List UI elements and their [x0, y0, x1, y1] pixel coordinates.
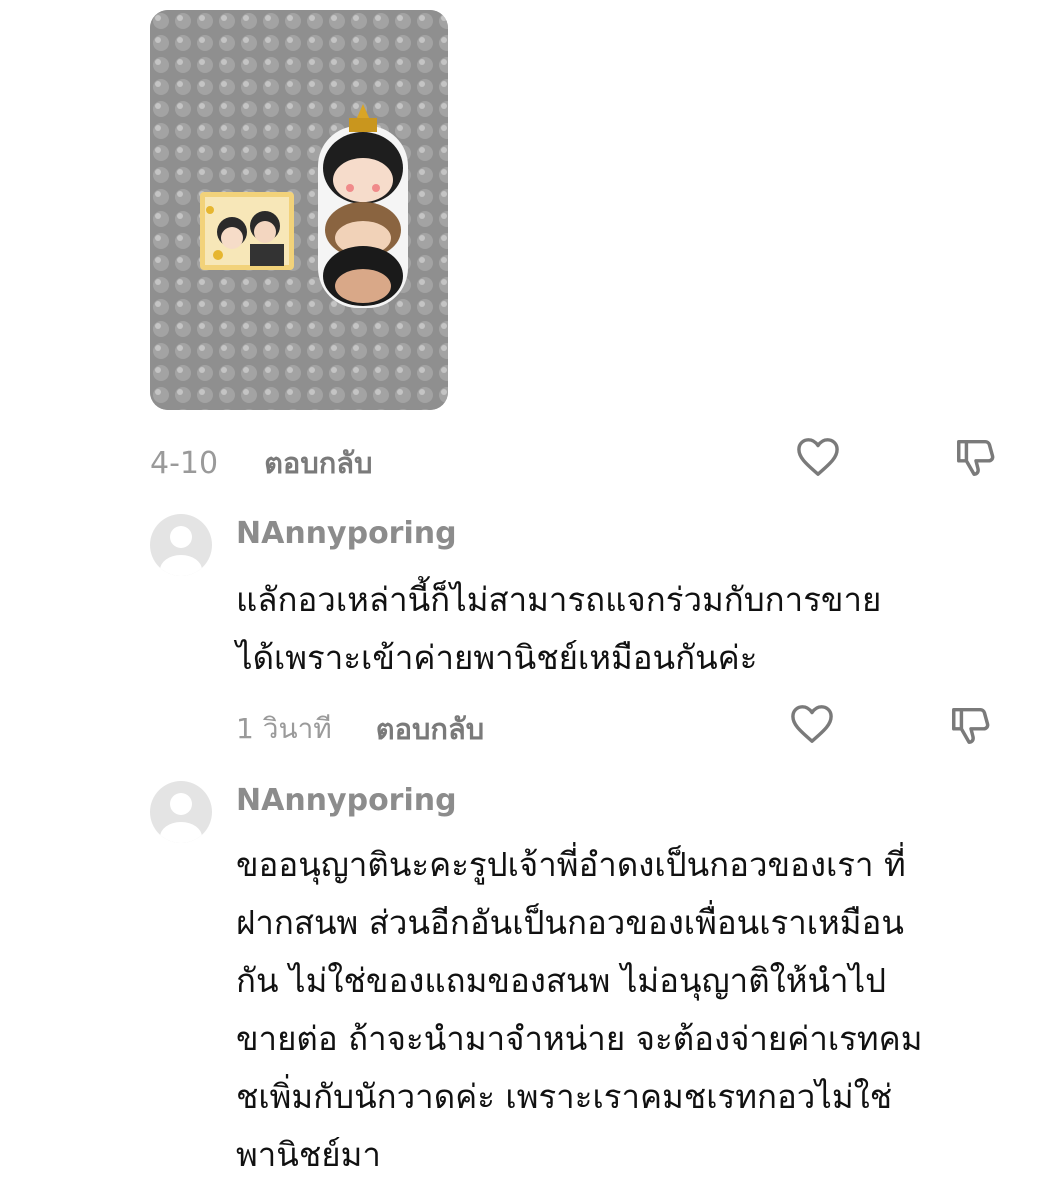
username[interactable]: NAnnyporing [236, 783, 457, 818]
avatar[interactable] [150, 781, 212, 843]
reply-button[interactable]: ตอบกลับ [376, 706, 484, 752]
attached-photo[interactable] [150, 10, 448, 410]
default-avatar-icon [160, 526, 202, 576]
comment-meta: 4-10 ตอบกลับ [150, 440, 373, 486]
default-avatar-icon [160, 793, 202, 843]
heart-icon[interactable] [795, 436, 841, 478]
dislike-icon[interactable] [947, 702, 995, 748]
username[interactable]: NAnnyporing [236, 516, 457, 551]
comment-date: 4-10 [150, 445, 219, 481]
dislike-icon[interactable] [952, 434, 1000, 480]
avatar[interactable] [150, 514, 212, 576]
comment-meta: 1 วินาที ตอบกลับ [236, 706, 484, 752]
comment-text: แลักอวเหล่านี้ก็ไม่สามารถแจกร่วมกับการขา… [236, 580, 882, 677]
heart-icon[interactable] [789, 703, 835, 745]
comment-text: ขออนุญาตินะคะรูปเจ้าพี่อำดงเป็นกอวของเรา… [236, 845, 923, 1174]
reply-button[interactable]: ตอบกลับ [264, 440, 372, 486]
comment-time: 1 วินาที [236, 712, 332, 745]
